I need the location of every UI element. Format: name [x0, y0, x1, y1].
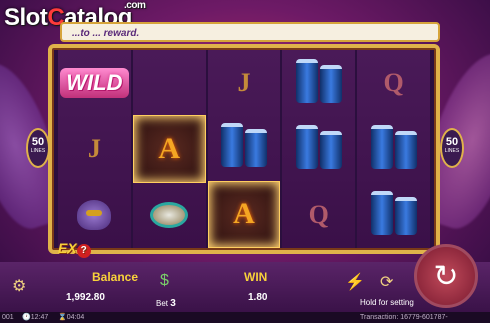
symbol-j: J — [237, 67, 251, 97]
symbol-drums-icon — [220, 123, 268, 172]
reel-3: JA — [207, 50, 281, 248]
symbol-q: Q — [383, 68, 404, 97]
balance-label: Balance — [92, 270, 139, 284]
lines-indicator-right: 50 LINES — [440, 128, 464, 168]
reel-cell: WILD — [58, 50, 131, 116]
symbol-a: A — [233, 197, 255, 231]
hold-for-setting-label: Hold for setting — [360, 298, 414, 307]
reel-cell: J — [208, 50, 281, 115]
symbol-a: A — [158, 131, 181, 165]
reel-cell: Q — [282, 182, 355, 248]
spin-arrow-icon: ↻ — [433, 259, 459, 293]
reel-cell — [208, 115, 281, 180]
symbol-mask-icon — [77, 200, 112, 230]
turbo-bolt-icon[interactable]: ⚡ — [345, 272, 365, 292]
dollar-icon[interactable]: $ — [160, 272, 169, 290]
status-bar: 001 🕐 12:47 ⌛ 04:04 Transaction: 16779-601… — [0, 312, 490, 323]
transaction-id: Transaction: 16779-601787- — [360, 314, 448, 321]
symbol-q: Q — [308, 200, 329, 229]
reel-4: Q — [282, 50, 356, 248]
reel-cell: J — [58, 116, 131, 182]
symbol-drums-icon — [370, 190, 418, 240]
reel-cell — [282, 116, 355, 182]
symbol-wild: WILD — [60, 68, 129, 98]
help-icon[interactable]: ? — [76, 244, 91, 258]
symbol-drums-icon — [295, 124, 343, 174]
symbol-drums-icon — [370, 124, 418, 174]
spin-button[interactable]: ↻ — [414, 244, 478, 308]
reel-cell — [357, 116, 430, 182]
symbol-tambourine-icon — [150, 202, 189, 229]
reel-grid: WILD J A J A Q Q — [58, 50, 430, 248]
symbol-drums-icon — [295, 58, 343, 108]
session-id: 001 — [2, 314, 14, 321]
message-banner: ...to ... reward. — [60, 22, 440, 42]
reel-5: Q — [357, 50, 430, 248]
reel-1: WILD J — [58, 50, 131, 248]
symbol-j: J — [87, 134, 101, 163]
reel-cell — [357, 182, 430, 248]
reel-cell: A — [132, 115, 206, 183]
win-label: WIN — [244, 270, 268, 284]
reel-cell — [282, 50, 355, 116]
reel-cell: Q — [357, 50, 430, 116]
reel-cell — [58, 182, 131, 248]
balance-value: 1,992.80 — [66, 292, 105, 303]
win-value: 1.80 — [248, 292, 268, 303]
clock-time: 🕐 12:47 — [22, 314, 49, 321]
extra-bet-button[interactable]: EX? — [58, 240, 91, 258]
autoplay-icon[interactable]: ⟳ — [380, 272, 393, 292]
bet-value: 3 — [170, 298, 176, 309]
reel-cell — [133, 50, 206, 115]
gear-icon[interactable]: ⚙ — [12, 276, 26, 296]
reel-2: A — [132, 50, 206, 248]
reel-cell — [133, 183, 206, 248]
play-time: ⌛ 04:04 — [58, 314, 85, 321]
reel-cell: A — [207, 180, 281, 248]
lines-indicator-left: 50 LINES — [26, 128, 50, 168]
bet-control[interactable]: Bet 3 — [156, 298, 176, 309]
